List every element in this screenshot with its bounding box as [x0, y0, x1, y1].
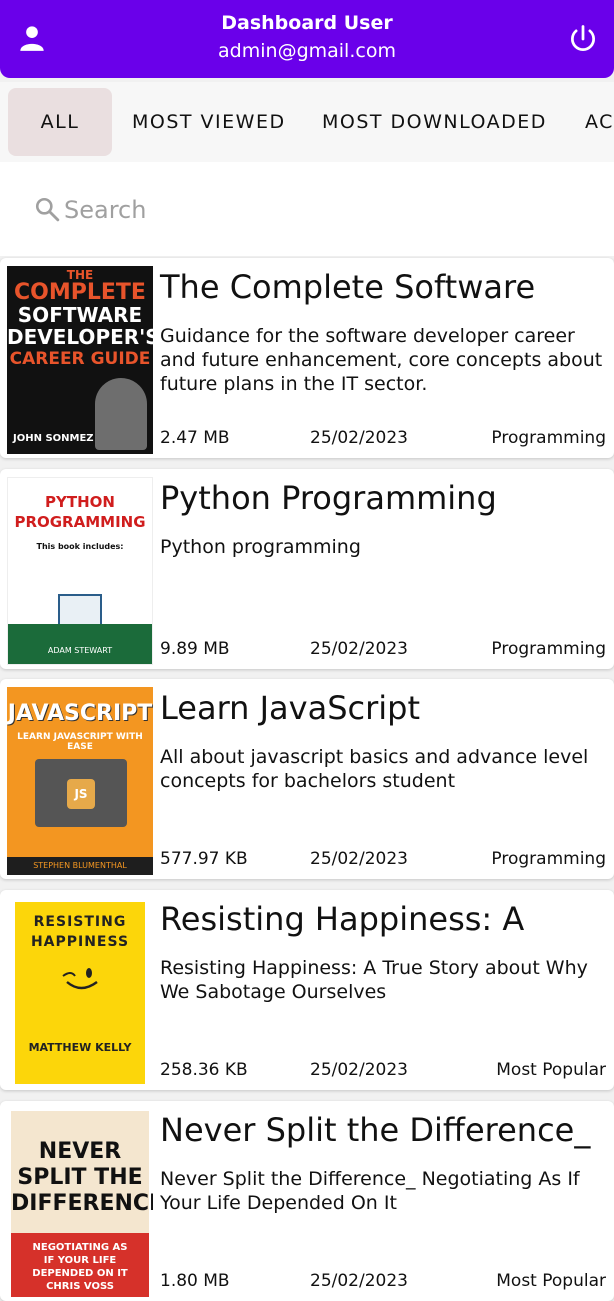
book-cover: THE COMPLETE SOFTWARE DEVELOPER'S CAREER…	[7, 266, 153, 454]
book-card[interactable]: RESISTING HAPPINESS MATTHEW KELLY Resisti…	[0, 890, 614, 1090]
category-tabs: ALL MOST VIEWED MOST DOWNLOADED AC	[0, 82, 614, 162]
book-title: Resisting Happiness: A	[160, 900, 525, 938]
book-title: The Complete Software	[160, 268, 536, 306]
app-header: Dashboard User admin@gmail.com	[0, 0, 614, 78]
header-email: admin@gmail.com	[218, 40, 396, 62]
book-card[interactable]: JAVASCRIPT LEARN JAVASCRIPT WITH EASE JS…	[0, 679, 614, 879]
search-icon	[35, 197, 60, 222]
book-category: Most Popular	[496, 1271, 606, 1291]
tab-partial[interactable]: AC	[585, 88, 614, 156]
power-icon[interactable]	[568, 24, 598, 54]
search-bar	[0, 162, 614, 256]
book-card[interactable]: NEVER SPLIT THE DIFFERENCE NEGOTIATING AS I…	[0, 1101, 614, 1301]
book-description: Guidance for the software developer care…	[160, 325, 603, 395]
book-category: Programming	[491, 428, 606, 448]
header-user-name: Dashboard User	[221, 12, 393, 34]
book-date: 25/02/2023	[310, 1271, 408, 1291]
tab-all[interactable]: ALL	[8, 88, 112, 156]
book-category: Most Popular	[496, 1060, 606, 1080]
book-title: Python Programming	[160, 479, 497, 517]
book-title: Learn JavaScript	[160, 689, 421, 727]
book-cover: NEVER SPLIT THE DIFFERENCE NEGOTIATING AS I…	[7, 1109, 153, 1297]
book-card[interactable]: PYTHON PROGRAMMING This book includes: AD…	[0, 469, 614, 669]
book-size: 1.80 MB	[160, 1271, 230, 1291]
book-cover: PYTHON PROGRAMMING This book includes: AD…	[7, 477, 153, 665]
book-category: Programming	[491, 849, 606, 869]
book-size: 577.97 KB	[160, 849, 248, 869]
book-cover: JAVASCRIPT LEARN JAVASCRIPT WITH EASE JS…	[7, 687, 153, 875]
smiley-icon	[62, 968, 98, 990]
book-size: 9.89 MB	[160, 639, 230, 659]
book-category: Programming	[491, 639, 606, 659]
book-card[interactable]: THE COMPLETE SOFTWARE DEVELOPER'S CAREER…	[0, 258, 614, 458]
book-description: Resisting Happiness: A True Story about …	[160, 957, 588, 1003]
book-date: 25/02/2023	[310, 639, 408, 659]
book-size: 2.47 MB	[160, 428, 230, 448]
search-input[interactable]	[64, 194, 364, 226]
book-cover: RESISTING HAPPINESS MATTHEW KELLY	[7, 898, 153, 1086]
tab-most-downloaded[interactable]: MOST DOWNLOADED	[322, 88, 547, 156]
book-title: Never Split the Difference_	[160, 1111, 591, 1149]
tab-most-viewed[interactable]: MOST VIEWED	[132, 88, 286, 156]
book-description: Never Split the Difference_ Negotiating …	[160, 1168, 580, 1214]
book-description: Python programming	[160, 536, 361, 558]
book-description: All about javascript basics and advance …	[160, 746, 589, 792]
book-date: 25/02/2023	[310, 1060, 408, 1080]
book-date: 25/02/2023	[310, 849, 408, 869]
book-date: 25/02/2023	[310, 428, 408, 448]
book-size: 258.36 KB	[160, 1060, 248, 1080]
